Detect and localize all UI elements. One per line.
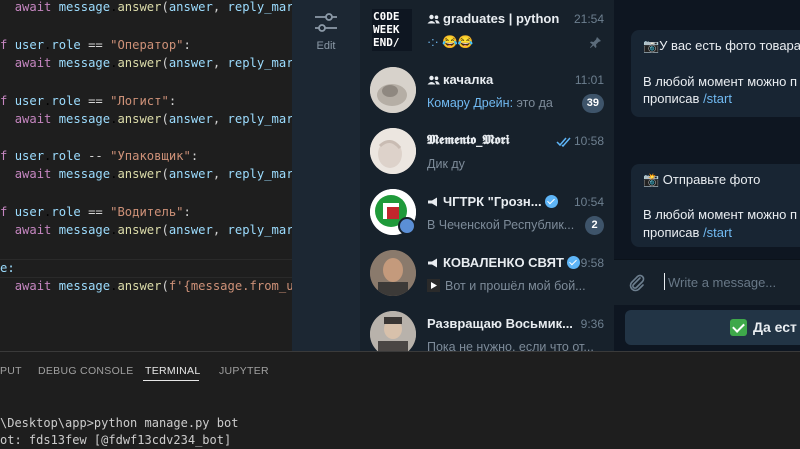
channel-icon: [428, 258, 437, 268]
double-check-icon: [556, 137, 571, 147]
svg-text:C0DE: C0DE: [373, 10, 400, 23]
code-week-end-logo: C0DE WEEK END/: [373, 10, 400, 49]
chat-preview: В Чеченской Республик...: [427, 218, 575, 232]
profile-photo-icon: [370, 311, 416, 351]
text-caret: [664, 273, 665, 290]
start-command-link[interactable]: /start: [703, 91, 732, 106]
chat-preview: Пока не нужно, если что от...: [427, 340, 594, 351]
code-line: f user.role == "Водитель":: [0, 205, 191, 219]
chat-list-item[interactable]: 𝕸𝖊𝖒𝖊𝖓𝖙𝖔_𝕸𝖔𝖗𝖎 10:58 Дик ду: [360, 122, 614, 183]
message-text: В любой момент можно п: [643, 74, 798, 89]
edit-label: Edit: [316, 40, 336, 52]
group-icon: [427, 75, 440, 85]
chat-preview: Дик ду: [427, 157, 465, 171]
message-bubble: 📷У вас есть фото товара В любой момент м…: [631, 30, 800, 117]
pin-icon: [590, 37, 601, 48]
chat-list[interactable]: C0DE WEEK END/ graduates | python 21:54 …: [360, 0, 614, 351]
channel-icon: [428, 197, 437, 207]
chat-list-item[interactable]: ЧГТРК "Грозн... 10:54 В Чеченской Респуб…: [360, 183, 614, 244]
message-text: прописав /start: [643, 225, 732, 240]
filter-settings-icon: [315, 13, 337, 32]
avatar: [370, 128, 416, 174]
avatar: [370, 311, 416, 351]
check-mark-icon: [730, 319, 747, 336]
chat-time: 11:01: [574, 73, 604, 87]
code-line: await message.answer(answer, reply_mar: [14, 167, 292, 181]
tab-debug-console[interactable]: DEBUG CONSOLE: [38, 365, 134, 377]
channel-badge-icon: [398, 217, 416, 235]
code-week-end-avatar: C0DE WEEK END/: [372, 9, 412, 51]
chat-time: 9:58: [580, 256, 604, 270]
profile-photo-icon: [370, 128, 416, 174]
chat-preview: Вот и прошёл мой бой...: [427, 279, 586, 293]
tab-output[interactable]: PUT: [0, 365, 22, 377]
attach-icon[interactable]: [628, 274, 646, 292]
profile-photo-icon: [370, 250, 416, 296]
active-tab-indicator: [143, 380, 199, 381]
keyboard-reply-button[interactable]: Да ест: [625, 310, 800, 345]
chat-time: 10:54: [573, 195, 604, 209]
chat-time: 21:54: [573, 12, 604, 26]
telegram-window: Edit C0DE WEEK END/ graduates | python 2…: [292, 0, 800, 351]
chat-title: КОВАЛЕНКО СВЯТ: [427, 255, 580, 270]
tab-terminal[interactable]: TERMINAL: [145, 365, 201, 377]
svg-text:END/: END/: [373, 36, 400, 49]
message-text: 📸 Отправьте фото: [643, 172, 761, 187]
verified-icon: [566, 256, 580, 269]
chat-area: 📷У вас есть фото товара В любой момент м…: [614, 0, 800, 351]
code-line: await message.answer(answer, reply_mar: [14, 56, 292, 70]
chat-list-item[interactable]: качалка 11:01 Комару Дрейн: это да 39: [360, 61, 614, 122]
chat-list-item[interactable]: КОВАЛЕНКО СВЯТ 9:58 Вот и прошёл мой бой…: [360, 244, 614, 305]
tab-jupyter[interactable]: JUPYTER: [219, 365, 269, 377]
terminal-line: ot: fds13few [@fdwf13cdv234_bot]: [0, 433, 232, 447]
verified-icon: [544, 195, 558, 208]
message-text: В любой момент можно п: [643, 207, 798, 222]
bottom-panel: PUT DEBUG CONSOLE TERMINAL JUPYTER \Desk…: [0, 351, 800, 449]
group-icon: [427, 14, 440, 24]
message-input[interactable]: Write a message...: [668, 275, 776, 290]
avatar: [370, 67, 416, 113]
avatar: [370, 250, 416, 296]
preview-sender: Комару Дрейн:: [427, 96, 514, 110]
chat-title: Развращаю Восьмик...: [427, 316, 573, 331]
code-line: f user.role == "Логист":: [0, 94, 177, 108]
unread-badge: 39: [581, 94, 604, 113]
code-line: f user.role == "Оператор":: [0, 38, 191, 52]
video-thumbnail-icon: [427, 279, 440, 292]
chat-time: 10:58: [573, 134, 604, 148]
code-line: await message.answer(answer, reply_mar: [14, 112, 292, 126]
folders-rail: Edit: [292, 0, 360, 351]
code-line: f user.role -- "Упаковщик":: [0, 149, 199, 163]
code-line: await message.answer(answer, reply_mar: [14, 223, 292, 237]
message-text: прописав /start: [643, 91, 732, 106]
message-text: 📷У вас есть фото товара: [643, 38, 800, 53]
svg-text:WEEK: WEEK: [373, 23, 400, 36]
current-line-highlight: [0, 259, 292, 278]
chat-list-item[interactable]: Развращаю Восьмик... 9:36 Пока не нужно,…: [360, 305, 614, 351]
chat-title: качалка: [427, 72, 493, 87]
terminal-line: \Desktop\app>python manage.py bot: [0, 416, 239, 430]
chat-time: 9:36: [580, 317, 604, 331]
chat-list-item[interactable]: C0DE WEEK END/ graduates | python 21:54 …: [360, 0, 614, 61]
cat-photo-icon: [370, 67, 416, 113]
reply-button-label: Да ест: [753, 319, 797, 335]
code-line: await message.answer(answer, reply_mar: [14, 0, 292, 14]
chat-title: ЧГТРК "Грозн...: [427, 194, 558, 209]
edit-folders-button[interactable]: Edit: [292, 0, 360, 64]
start-command-link[interactable]: /start: [703, 225, 732, 240]
code-editor[interactable]: await message.answer(answer, reply_mar f…: [0, 0, 292, 351]
message-bubble: 📸 Отправьте фото В любой момент можно п …: [631, 164, 800, 247]
message-composer: Write a message...: [614, 259, 800, 305]
code-line: e:: [0, 261, 15, 275]
unread-badge: 2: [585, 216, 604, 235]
chat-preview: Комару Дрейн: это да: [427, 96, 553, 110]
chat-preview: ·:· 😂😂: [427, 35, 474, 49]
chat-title: graduates | python: [427, 11, 559, 26]
chat-title: 𝕸𝖊𝖒𝖊𝖓𝖙𝖔_𝕸𝖔𝖗𝖎: [427, 133, 510, 148]
code-line: await message.answer(f'{message.from_u: [14, 279, 292, 293]
